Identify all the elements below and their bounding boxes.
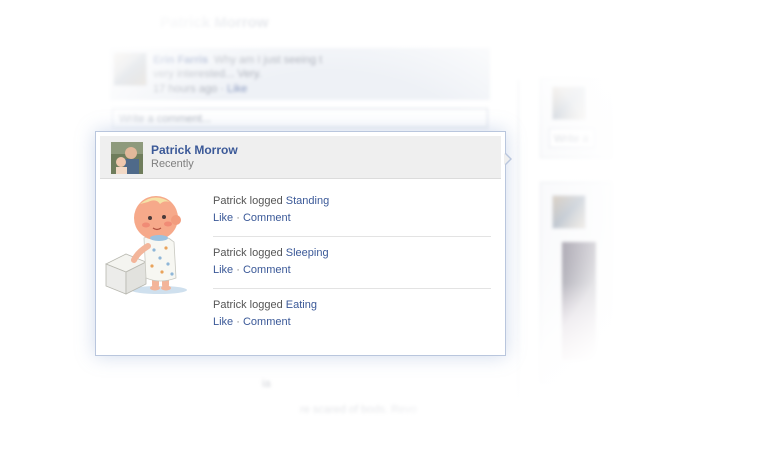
like-link[interactable]: Like (213, 316, 233, 328)
background-comment-text-1: Why am I just seeing t (214, 54, 323, 66)
background-side-photo (562, 242, 596, 360)
activity-text: Patrick logged Sleeping (213, 245, 491, 261)
action-separator: · (236, 264, 240, 276)
background-comment-time: 17 hours ago · Like (153, 83, 248, 95)
screen: Patrick Morrow Erin Farris Why am I just… (0, 0, 767, 462)
activity-item: Patrick logged Eating Like · Comment (213, 297, 491, 341)
activity-actions: Like · Comment (213, 262, 491, 278)
background-comment-input: Write a comment... (112, 108, 488, 128)
comment-link[interactable]: Comment (243, 264, 291, 276)
background-comment-like: Like (227, 83, 248, 95)
popup-header: Patrick Morrow Recently (100, 136, 501, 179)
profile-photo-icon[interactable] (111, 142, 143, 174)
activity-prefix: Patrick logged (213, 299, 283, 311)
activity-item: Patrick logged Sleeping Like · Comment (213, 245, 491, 289)
background-faded-text-1: ia (262, 378, 271, 390)
profile-name-link[interactable]: Patrick Morrow (151, 143, 238, 157)
activity-prefix: Patrick logged (213, 195, 283, 207)
activity-prefix: Patrick logged (213, 247, 283, 259)
activity-actions: Like · Comment (213, 314, 491, 330)
background-column-divider (518, 80, 519, 400)
popup-pointer-inner (504, 153, 510, 165)
activity-link[interactable]: Eating (286, 299, 317, 311)
comment-link[interactable]: Comment (243, 212, 291, 224)
activity-link[interactable]: Sleeping (286, 247, 329, 259)
background-comment-avatar (113, 52, 147, 86)
background-side-avatar-1 (552, 86, 586, 120)
baby-standing-illustration-icon (104, 190, 194, 300)
action-separator: · (236, 316, 240, 328)
background-profile-name: Patrick Morrow (160, 14, 269, 31)
activity-text: Patrick logged Standing (213, 193, 491, 209)
background-faded-text-2: re scared of bods. Revo (300, 404, 417, 416)
activity-text: Patrick logged Eating (213, 297, 491, 313)
background-comment-author: Erin Farris (153, 54, 209, 66)
comment-link[interactable]: Comment (243, 316, 291, 328)
activity-item: Patrick logged Standing Like · Comment (213, 193, 491, 237)
activity-divider (213, 236, 491, 237)
activity-divider (213, 288, 491, 289)
action-separator: · (236, 212, 240, 224)
activity-actions: Like · Comment (213, 210, 491, 226)
background-side-avatar-2 (552, 195, 586, 229)
like-link[interactable]: Like (213, 264, 233, 276)
like-link[interactable]: Like (213, 212, 233, 224)
background-comment-text-2: very interested... Very. (153, 68, 262, 80)
background-side-input: Write a (549, 128, 595, 148)
post-time: Recently (151, 158, 194, 170)
activity-link[interactable]: Standing (286, 195, 329, 207)
